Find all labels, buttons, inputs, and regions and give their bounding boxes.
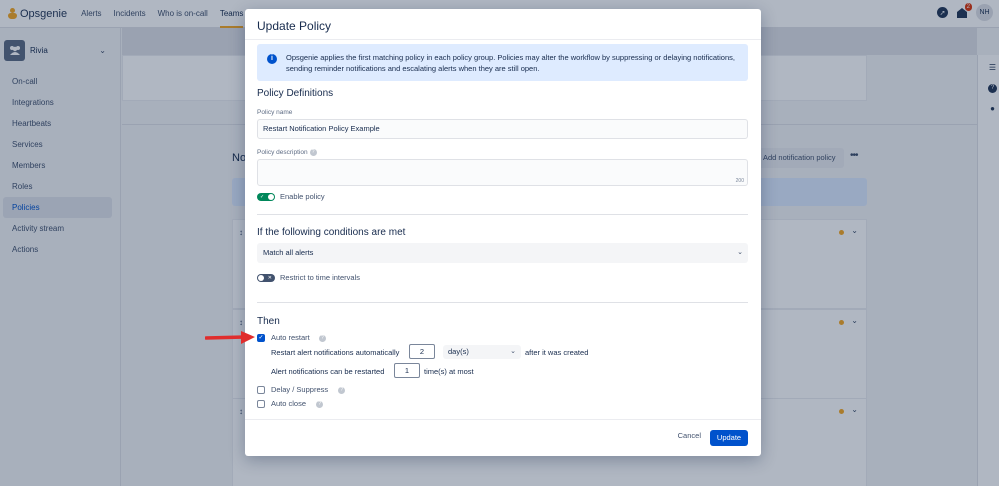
cancel-button[interactable]: Cancel [678, 431, 701, 440]
restart-unit-select[interactable]: day(s) ⌄ [443, 345, 521, 359]
delay-suppress-label: Delay / Suppress ? [271, 385, 346, 394]
auto-close-label-text: Auto close [271, 399, 307, 408]
policy-description-label-text: Policy description [257, 149, 308, 157]
restrict-time-label: Restrict to time intervals [280, 273, 361, 282]
match-condition-select[interactable]: Match all alerts ⌄ [257, 243, 748, 263]
restart-unit-value: day(s) [448, 347, 469, 356]
restart-row-label: Restart alert notifications automaticall… [271, 348, 400, 357]
close-icon: ✕ [267, 275, 272, 281]
update-policy-dialog: Update Policy i Opsgenie applies the fir… [245, 9, 761, 456]
enable-policy-toggle[interactable]: ✓ [257, 193, 275, 201]
restrict-time-toggle[interactable]: ✕ [257, 274, 275, 282]
policy-name-input[interactable]: Restart Notification Policy Example [257, 119, 748, 139]
policy-definitions-heading: Policy Definitions [257, 88, 334, 99]
match-condition-value: Match all alerts [263, 248, 314, 257]
chevron-down-icon: ⌄ [510, 348, 516, 355]
character-counter: 200 [735, 178, 744, 184]
then-heading: Then [257, 316, 280, 327]
enable-policy-label: Enable policy [280, 192, 325, 201]
red-arrow-annotation [205, 331, 255, 344]
auto-restart-checkbox[interactable]: ✓ [257, 334, 265, 342]
help-icon[interactable]: ? [338, 386, 346, 394]
divider [257, 302, 748, 303]
info-icon: i [267, 54, 277, 64]
restart-suffix-label: after it was created [525, 348, 589, 357]
chevron-down-icon: ⌄ [737, 249, 743, 256]
info-banner: i Opsgenie applies the first matching po… [257, 44, 748, 81]
conditions-heading: If the following conditions are met [257, 227, 406, 238]
delay-suppress-checkbox[interactable] [257, 386, 265, 394]
auto-restart-label-text: Auto restart [271, 333, 310, 342]
info-text: Opsgenie applies the first matching poli… [286, 53, 735, 73]
restart-count-label: Alert notifications can be restarted [271, 367, 385, 376]
auto-close-checkbox[interactable] [257, 400, 265, 408]
dialog-title: Update Policy [257, 19, 332, 33]
help-icon[interactable]: ? [309, 149, 317, 156]
update-button[interactable]: Update [710, 430, 748, 446]
dialog-body: i Opsgenie applies the first matching po… [245, 39, 761, 420]
auto-close-label: Auto close ? [271, 399, 324, 408]
policy-description-label: Policy description? [257, 149, 317, 156]
policy-description-input[interactable]: 200 [257, 159, 748, 186]
restart-count-input[interactable]: 1 [394, 363, 420, 378]
delay-suppress-label-text: Delay / Suppress [271, 385, 329, 394]
dialog-footer: Cancel Update [245, 420, 761, 456]
help-icon[interactable]: ? [316, 400, 324, 408]
restart-days-input[interactable]: 2 [409, 344, 435, 359]
restart-count-suffix: time(s) at most [424, 367, 474, 376]
policy-name-label: Policy name [257, 109, 293, 116]
help-icon[interactable]: ? [318, 334, 326, 342]
auto-restart-label: Auto restart ? [271, 333, 326, 342]
divider [257, 214, 748, 215]
check-icon: ✓ [260, 194, 265, 200]
